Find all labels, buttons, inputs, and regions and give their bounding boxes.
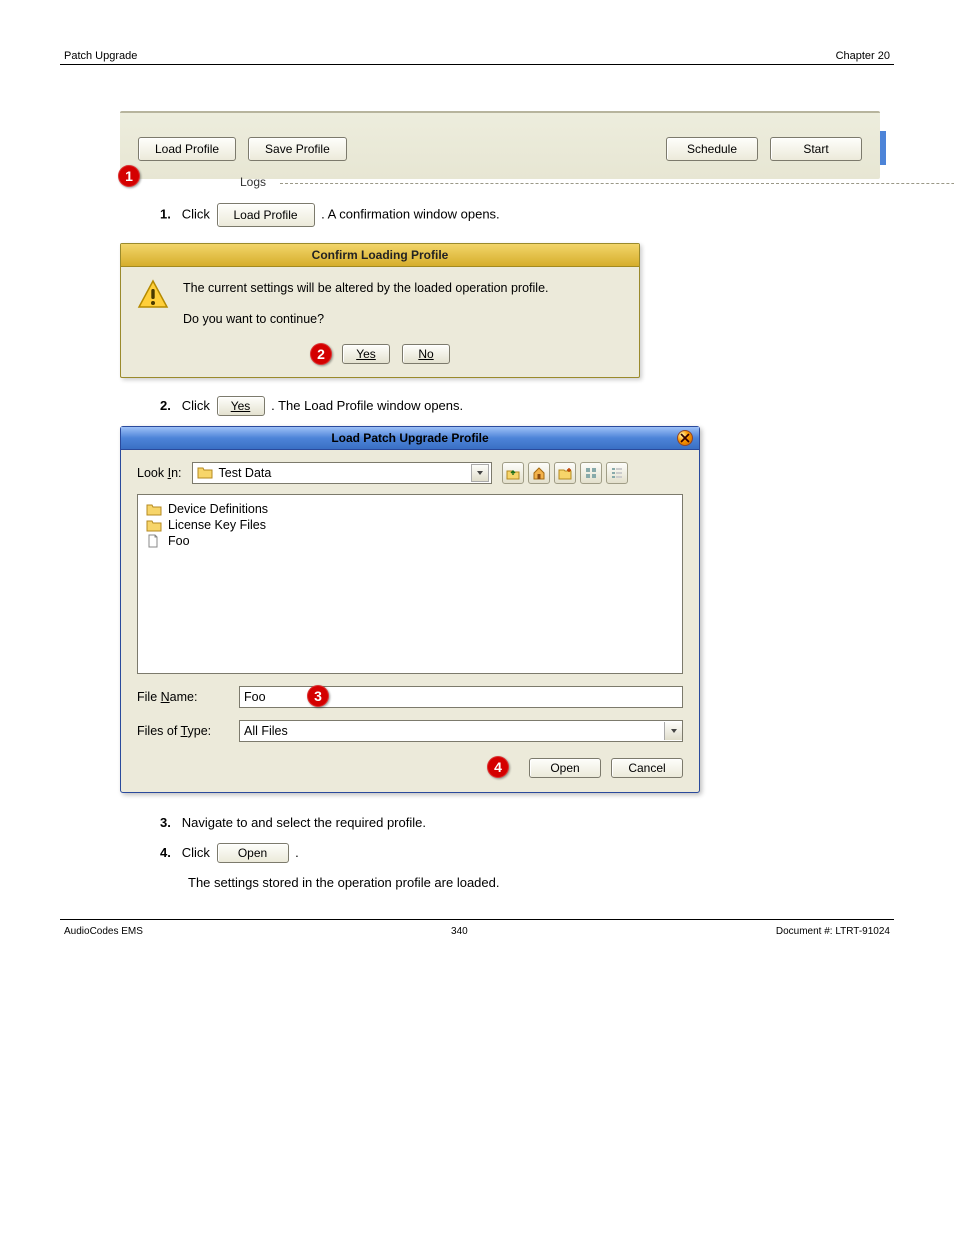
- profile-toolbar: Load Profile Save Profile Schedule Start: [120, 111, 880, 179]
- list-view-icon[interactable]: [580, 462, 602, 484]
- header-left: Patch Upgrade: [64, 50, 137, 62]
- up-folder-icon[interactable]: [502, 462, 524, 484]
- list-item[interactable]: Device Definitions: [146, 501, 674, 517]
- folder-icon: [146, 502, 162, 516]
- step-3-text: 3. Navigate to and select the required p…: [160, 813, 894, 833]
- filetype-label: Files of Type:: [137, 724, 229, 738]
- list-item[interactable]: Foo: [146, 533, 674, 549]
- divider: [280, 183, 954, 184]
- footer-right: Document #: LTRT-91024: [776, 926, 890, 937]
- cancel-button[interactable]: Cancel: [611, 758, 683, 778]
- schedule-button[interactable]: Schedule: [666, 137, 758, 161]
- lookin-label: Look In:: [137, 466, 182, 480]
- callout-1: 1: [118, 165, 140, 187]
- inline-open-button[interactable]: Open: [217, 843, 289, 863]
- filetype-value: All Files: [240, 724, 664, 738]
- footer-rule: [60, 919, 894, 920]
- inline-yes-button[interactable]: Yes: [217, 396, 265, 416]
- open-button[interactable]: Open: [529, 758, 601, 778]
- confirm-yes-button[interactable]: Yes: [342, 344, 390, 364]
- confirm-dialog-text: The current settings will be altered by …: [183, 279, 549, 329]
- confirm-dialog: Confirm Loading Profile The current sett…: [120, 243, 640, 378]
- details-view-icon[interactable]: [606, 462, 628, 484]
- load-profile-button[interactable]: Load Profile: [138, 137, 236, 161]
- list-item[interactable]: License Key Files: [146, 517, 674, 533]
- header-right: Chapter 20: [836, 50, 890, 62]
- inline-load-profile-button[interactable]: Load Profile: [217, 203, 315, 227]
- callout-4: 4: [487, 756, 509, 778]
- lookin-value: Test Data: [219, 466, 465, 480]
- filename-label: File Name:: [137, 690, 229, 704]
- logs-label-fragment: Logs: [240, 175, 266, 189]
- filename-input[interactable]: [239, 686, 683, 708]
- footer-center: 340: [451, 926, 468, 937]
- home-icon[interactable]: [528, 462, 550, 484]
- file-dialog-title: Load Patch Upgrade Profile: [121, 427, 699, 450]
- step-2-text: 2. Click Yes . The Load Profile window o…: [160, 396, 894, 417]
- file-open-dialog: Load Patch Upgrade Profile Look In: Test…: [120, 426, 700, 793]
- filetype-select[interactable]: All Files: [239, 720, 683, 742]
- header-rule: [60, 64, 894, 65]
- step-4-text: 4. Click Open .: [160, 843, 894, 864]
- chevron-down-icon[interactable]: [664, 722, 682, 740]
- footer-left: AudioCodes EMS: [64, 926, 143, 937]
- confirm-no-button[interactable]: No: [402, 344, 450, 364]
- warning-icon: [137, 279, 169, 311]
- list-item-label: Device Definitions: [168, 502, 268, 516]
- confirm-dialog-title: Confirm Loading Profile: [121, 244, 639, 267]
- callout-2: 2: [310, 343, 332, 365]
- file-icon: [146, 534, 162, 548]
- folder-icon: [197, 465, 213, 482]
- start-button[interactable]: Start: [770, 137, 862, 161]
- callout-3: 3: [307, 685, 329, 707]
- step-1-text: 1. Click Load Profile . A confirmation w…: [160, 203, 894, 227]
- list-item-label: License Key Files: [168, 518, 266, 532]
- scrollbar-fragment: [880, 131, 886, 165]
- close-icon[interactable]: [677, 430, 693, 446]
- list-item-label: Foo: [168, 534, 190, 548]
- chevron-down-icon[interactable]: [471, 464, 489, 482]
- result-text: The settings stored in the operation pro…: [188, 873, 894, 893]
- save-profile-button[interactable]: Save Profile: [248, 137, 347, 161]
- new-folder-icon[interactable]: [554, 462, 576, 484]
- file-list[interactable]: Device Definitions License Key Files Foo: [137, 494, 683, 674]
- folder-icon: [146, 518, 162, 532]
- lookin-select[interactable]: Test Data: [192, 462, 492, 484]
